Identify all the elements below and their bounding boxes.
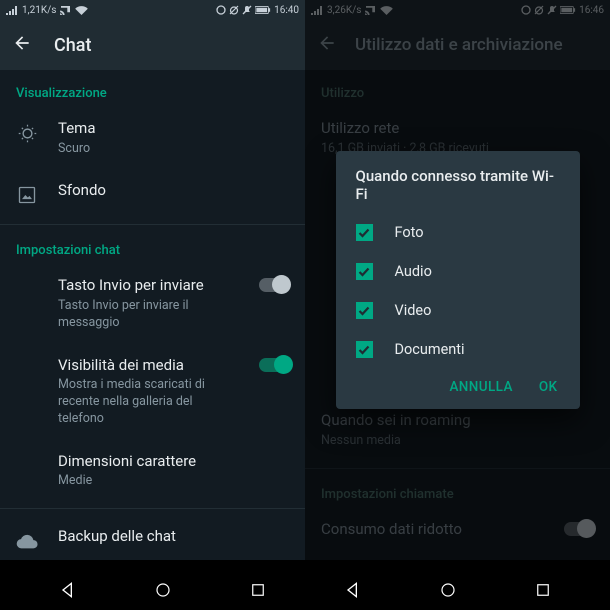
- screen-chat: 1,21K/s 16:40 Chat Visualizzazione: [0, 0, 305, 560]
- wifi-download-dialog: Quando connesso tramite Wi-Fi Foto Audio…: [336, 151, 580, 409]
- enter-title: Tasto Invio per inviare: [58, 276, 239, 296]
- fontsize-title: Dimensioni carattere: [58, 452, 289, 472]
- clock: 16:40: [274, 5, 299, 16]
- alarm-off-icon: [229, 5, 239, 15]
- mediavis-sub: Mostra i media scaricati di recente nell…: [58, 377, 239, 428]
- icon: [216, 5, 226, 15]
- theme-icon: [16, 122, 38, 144]
- dialog-scrim[interactable]: Quando connesso tramite Wi-Fi Foto Audio…: [305, 0, 610, 560]
- row-enter-send[interactable]: Tasto Invio per inviare Tasto Invio per …: [0, 264, 305, 343]
- mediavis-toggle[interactable]: [259, 358, 289, 372]
- check-row-video[interactable]: Video: [336, 291, 580, 330]
- nav-home-icon[interactable]: [154, 581, 172, 599]
- nav-home-icon[interactable]: [439, 581, 457, 599]
- theme-sub: Scuro: [58, 141, 289, 158]
- check-row-documenti[interactable]: Documenti: [336, 330, 580, 369]
- page-title: Chat: [54, 35, 91, 56]
- nav-back-icon[interactable]: [58, 580, 78, 600]
- app-bar: Chat: [0, 20, 305, 70]
- check-label: Documenti: [395, 341, 465, 358]
- check-label: Audio: [395, 263, 432, 280]
- check-row-foto[interactable]: Foto: [336, 213, 580, 252]
- back-icon[interactable]: [12, 33, 32, 57]
- check-label: Video: [395, 302, 432, 319]
- cast-icon: [60, 6, 71, 15]
- mute-icon: [242, 5, 252, 15]
- checkbox-checked[interactable]: [356, 302, 373, 319]
- nav-recents-icon[interactable]: [534, 581, 552, 599]
- signal-icon: [6, 5, 18, 15]
- battery-icon: [255, 5, 271, 15]
- checkbox-checked[interactable]: [356, 224, 373, 241]
- section-chat: Impostazioni chat: [0, 231, 305, 264]
- mediavis-title: Visibilità dei media: [58, 356, 239, 376]
- row-theme[interactable]: Tema Scuro: [0, 107, 305, 169]
- ok-button[interactable]: OK: [539, 379, 558, 395]
- cancel-button[interactable]: ANNULLA: [449, 379, 512, 395]
- enter-sub: Tasto Invio per inviare il messaggio: [58, 298, 239, 332]
- backup-title: Backup delle chat: [58, 527, 289, 547]
- wifi-icon: [75, 6, 88, 15]
- row-backup[interactable]: Backup delle chat: [0, 515, 305, 560]
- checkbox-checked[interactable]: [356, 341, 373, 358]
- checkbox-checked[interactable]: [356, 263, 373, 280]
- status-bar: 1,21K/s 16:40: [0, 0, 305, 20]
- check-label: Foto: [395, 224, 424, 241]
- check-row-audio[interactable]: Audio: [336, 252, 580, 291]
- divider: [0, 224, 305, 225]
- nav-recents-icon[interactable]: [249, 581, 267, 599]
- row-media-visibility[interactable]: Visibilità dei media Mostra i media scar…: [0, 344, 305, 440]
- divider: [0, 508, 305, 509]
- dialog-title: Quando connesso tramite Wi-Fi: [336, 167, 580, 213]
- nav-back-icon[interactable]: [343, 580, 363, 600]
- net-speed: 1,21K/s: [22, 5, 56, 16]
- system-nav-bar: [0, 570, 610, 610]
- cloud-icon: [16, 530, 38, 552]
- row-font-size[interactable]: Dimensioni carattere Medie: [0, 440, 305, 502]
- section-visual: Visualizzazione: [0, 74, 305, 107]
- wallpaper-icon: [16, 184, 38, 206]
- screen-data-usage: 3,26K/s 16:46 Utilizzo dati e archiviazi…: [305, 0, 610, 560]
- row-wallpaper[interactable]: Sfondo: [0, 169, 305, 218]
- enter-toggle[interactable]: [259, 278, 289, 292]
- wallpaper-title: Sfondo: [58, 181, 289, 201]
- theme-title: Tema: [58, 119, 289, 139]
- fontsize-sub: Medie: [58, 473, 289, 490]
